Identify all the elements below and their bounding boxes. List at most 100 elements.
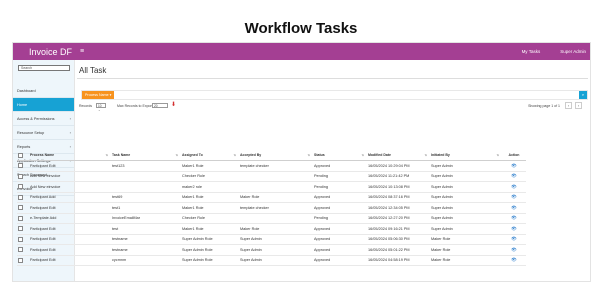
- task-table: Process Name ⇅ Task Name ⇅ Assigned To ⇅ Ac…: [17, 150, 526, 266]
- row-action: 👁: [502, 160, 526, 172]
- max-records-input[interactable]: 20: [152, 103, 168, 108]
- view-eye-icon[interactable]: 👁: [511, 257, 517, 262]
- next-page-button[interactable]: ›: [575, 102, 582, 109]
- table-row[interactable]: Participant Edit test Maker1 Role Maker Rol…: [17, 223, 526, 235]
- view-eye-icon[interactable]: 👁: [511, 226, 517, 231]
- table-row[interactable]: Participant Edit cycmnm Super Admin Role Su…: [17, 255, 526, 266]
- row-checkbox[interactable]: [17, 160, 29, 172]
- view-eye-icon[interactable]: 👁: [511, 205, 517, 210]
- sidebar-search-input[interactable]: Search: [18, 65, 70, 71]
- view-eye-icon[interactable]: 👁: [511, 247, 517, 252]
- hamburger-menu-icon[interactable]: ≡: [80, 48, 84, 55]
- view-eye-icon[interactable]: 👁: [511, 194, 517, 199]
- user-menu[interactable]: Super Admin: [560, 49, 586, 54]
- column-header-accepted-by[interactable]: Accepted By ⇅: [239, 150, 313, 161]
- top-navbar: Invoice DF ≡ My Tasks Super Admin: [13, 43, 590, 60]
- sort-icon[interactable]: ⇅: [105, 153, 110, 157]
- sort-icon[interactable]: ⇅: [496, 153, 501, 157]
- cell-status: Approved: [313, 192, 367, 203]
- table-row[interactable]: Participant Add test69 Maker1 Role Maker Ro…: [17, 192, 526, 203]
- cell-accepted-by: Maker Role: [239, 192, 313, 203]
- sidebar-item-access-permissions[interactable]: Access & Permissions ›: [13, 112, 74, 126]
- table-row[interactable]: Participant Edit testname Super Admin Role…: [17, 244, 526, 256]
- sort-icon[interactable]: ⇅: [361, 153, 366, 157]
- cell-status: Pending: [313, 181, 367, 193]
- cell-initiated-by: Super Admin: [430, 223, 502, 235]
- table-row[interactable]: Participant Edit test1 Maker1 Role template…: [17, 202, 526, 214]
- search-icon[interactable]: ⌕: [579, 91, 587, 99]
- row-checkbox[interactable]: [17, 223, 29, 235]
- records-per-page-select[interactable]: 10 ⌄: [96, 103, 106, 112]
- row-checkbox[interactable]: [17, 255, 29, 266]
- sidebar-item-dashboard[interactable]: Dashboard: [13, 84, 74, 98]
- cell-assigned-to: Checker Role: [181, 213, 239, 224]
- cell-initiated-by: Maker Role: [430, 234, 502, 245]
- cell-assigned-to: Super Admin Role: [181, 255, 239, 266]
- sort-icon[interactable]: ⇅: [175, 153, 180, 157]
- table-row[interactable]: Participant Edit test123 Maker1 Role templa…: [17, 160, 526, 172]
- row-checkbox[interactable]: [17, 234, 29, 245]
- cell-status: Approved: [313, 223, 367, 235]
- cell-process-name: Participant Edit: [29, 223, 111, 235]
- column-header-initiated-by[interactable]: Initiated By ⇅: [430, 150, 502, 161]
- view-eye-icon[interactable]: 👁: [511, 215, 517, 220]
- cell-modified-date: 16/05/2024 04:58:19 PM: [367, 255, 430, 266]
- cell-status: Approved: [313, 244, 367, 256]
- table-row[interactable]: Participant Edit testname Super Admin Role…: [17, 234, 526, 245]
- table-row[interactable]: Add New einvoice maker2 role Pending 16/05/…: [17, 181, 526, 193]
- cell-modified-date: 16/05/2024 08:37:16 PM: [367, 192, 430, 203]
- cell-accepted-by: Super Admin: [239, 234, 313, 245]
- sort-icon[interactable]: ⇅: [424, 153, 429, 157]
- chevron-right-icon: ›: [69, 116, 71, 121]
- row-action: 👁: [502, 181, 526, 193]
- cell-process-name: Participant Edit: [29, 255, 111, 266]
- cell-process-name: Participant Edit: [29, 244, 111, 256]
- column-header-modified-date[interactable]: Modified Date ⇅: [367, 150, 430, 161]
- column-header-task-name[interactable]: Task Name ⇅: [111, 150, 181, 161]
- row-checkbox[interactable]: [17, 202, 29, 214]
- view-eye-icon[interactable]: 👁: [511, 184, 517, 189]
- prev-page-button[interactable]: ‹: [565, 102, 572, 109]
- my-tasks-link[interactable]: My Tasks: [522, 49, 541, 54]
- cell-assigned-to: Maker1 Role: [181, 192, 239, 203]
- cell-initiated-by: Super Admin: [430, 160, 502, 172]
- table-row[interactable]: Add New einvoice Checker Role Pending 16/05…: [17, 171, 526, 182]
- cell-modified-date: 16/05/2024 12:27:20 PM: [367, 213, 430, 224]
- cell-initiated-by: Super Admin: [430, 192, 502, 203]
- row-checkbox[interactable]: [17, 181, 29, 193]
- select-all-checkbox[interactable]: [17, 150, 29, 161]
- view-eye-icon[interactable]: 👁: [511, 173, 517, 178]
- row-checkbox[interactable]: [17, 192, 29, 203]
- divider: [77, 78, 588, 79]
- pdf-export-icon[interactable]: ⬇: [171, 101, 176, 109]
- filter-bar: Process Name ▾ ⌕: [81, 90, 588, 100]
- sidebar-item-resource-setup[interactable]: Resource Setup ›: [13, 126, 74, 140]
- row-checkbox[interactable]: [17, 213, 29, 224]
- brand-logo[interactable]: Invoice DF: [13, 47, 77, 57]
- view-eye-icon[interactable]: 👁: [511, 236, 517, 241]
- table-row[interactable]: e-Template Add InvoiceEmailMar Checker Rol…: [17, 213, 526, 224]
- table-header-row: Process Name ⇅ Task Name ⇅ Assigned To ⇅ Ac…: [17, 150, 526, 161]
- cell-initiated-by: Super Admin: [430, 202, 502, 214]
- sidebar-item-home[interactable]: Home: [13, 98, 74, 112]
- sidebar-item-label: Resource Setup: [17, 130, 45, 135]
- sort-icon[interactable]: ⇅: [307, 153, 312, 157]
- column-header-status[interactable]: Status ⇅: [313, 150, 367, 161]
- column-header-process-name[interactable]: Process Name ⇅: [29, 150, 111, 161]
- chevron-right-icon: ›: [69, 130, 71, 135]
- cell-modified-date: 16/05/2024 10:13:08 PM: [367, 181, 430, 193]
- cell-task-name: InvoiceEmailMar: [111, 213, 181, 224]
- row-action: 👁: [502, 213, 526, 224]
- cell-task-name: testname: [111, 234, 181, 245]
- cell-assigned-to: maker2 role: [181, 181, 239, 193]
- view-eye-icon[interactable]: 👁: [511, 163, 517, 168]
- row-checkbox[interactable]: [17, 244, 29, 256]
- cell-initiated-by: Maker Role: [430, 255, 502, 266]
- row-action: 👁: [502, 192, 526, 203]
- process-name-dropdown[interactable]: Process Name ▾: [82, 91, 115, 99]
- row-checkbox[interactable]: [17, 171, 29, 182]
- cell-assigned-to: Maker1 Role: [181, 160, 239, 172]
- column-header-assigned-to[interactable]: Assigned To ⇅: [181, 150, 239, 161]
- sort-icon[interactable]: ⇅: [233, 153, 238, 157]
- sidebar-item-label: Home: [17, 102, 28, 107]
